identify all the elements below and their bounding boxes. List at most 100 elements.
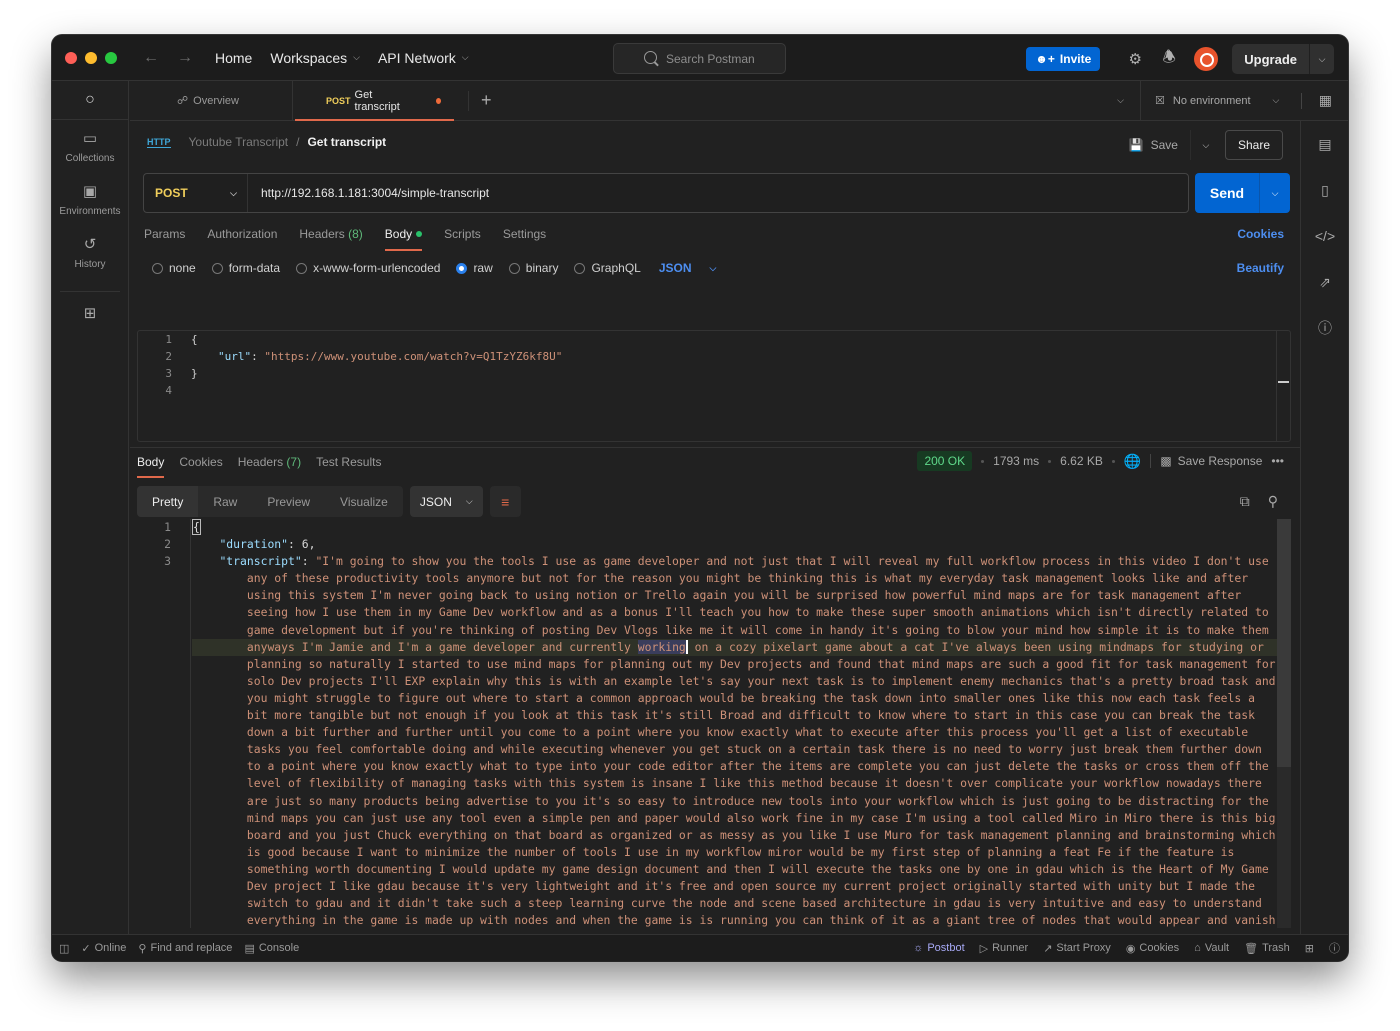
user-icon[interactable]: ○ — [52, 81, 128, 120]
cookies-button[interactable]: ◉ Cookies — [1126, 942, 1179, 955]
resp-tab-headers[interactable]: Headers (7) — [238, 455, 301, 469]
tab-label: Settings — [502, 227, 547, 241]
line-number: 4 — [165, 384, 172, 397]
more-options-icon[interactable]: ••• — [1271, 454, 1284, 468]
maximize-window-button[interactable] — [105, 51, 117, 64]
search-input[interactable]: Search Postman — [613, 43, 786, 74]
radio-x-www-form-urlencoded[interactable]: x-www-form-urlencoded — [296, 261, 440, 275]
online-status[interactable]: ✓ Online — [81, 942, 126, 955]
view-preview[interactable]: Preview — [252, 486, 325, 517]
save-dropdown-chevron-icon[interactable]: ⌵ — [1191, 140, 1221, 151]
radio-graphql[interactable]: GraphQL — [574, 261, 641, 275]
sidebar-item-environments[interactable]: ▣ Environments — [52, 183, 128, 226]
view-pretty[interactable]: Pretty — [137, 486, 199, 517]
tab-scripts[interactable]: Scripts — [444, 227, 481, 253]
sidebar-item-collections[interactable]: ▭ Collections — [52, 130, 128, 173]
view-visualize[interactable]: Visualize — [325, 486, 403, 517]
tab-get-transcript[interactable]: POST Get transcript — [293, 81, 456, 121]
invite-button[interactable]: ☻+ Invite — [1026, 47, 1101, 71]
nav-api-network[interactable]: API Network ⌵ — [378, 50, 469, 66]
json-value: "https://www.youtube.com/watch?v=Q1TzYZ6… — [264, 350, 563, 363]
code-snippet-icon[interactable]: </> — [1301, 213, 1348, 259]
response-time[interactable]: 1793 ms — [993, 454, 1039, 468]
tab-label: Authorization — [207, 227, 278, 241]
response-scrollbar[interactable] — [1277, 519, 1291, 928]
response-body[interactable]: 1 2 3 { "duration": 6, "transcript": "I'… — [137, 519, 1291, 928]
view-raw[interactable]: Raw — [198, 486, 252, 517]
radio-form-data[interactable]: form-data — [211, 261, 280, 275]
start-proxy-button[interactable]: ↗ Start Proxy — [1043, 942, 1111, 955]
share-button[interactable]: Share — [1224, 130, 1283, 160]
tab-settings[interactable]: Settings — [503, 227, 546, 253]
add-sidebar-item-icon[interactable]: ⊞ — [52, 304, 128, 322]
radio-none[interactable]: none — [152, 261, 196, 275]
copy-icon[interactable]: ⧉ — [1240, 493, 1250, 510]
breadcrumb-request-name[interactable]: Get transcript — [307, 135, 386, 149]
close-window-button[interactable] — [65, 51, 77, 64]
help-icon[interactable]: ⓘ — [1329, 940, 1340, 956]
network-globe-icon[interactable]: 🌐 — [1124, 453, 1141, 470]
tab-headers[interactable]: Headers (8) — [299, 227, 362, 253]
cookies-link[interactable]: Cookies — [1237, 227, 1284, 241]
request-body-editor[interactable]: 1 2 3 4 { "url": "https://www.youtube.co… — [137, 330, 1291, 442]
find-replace-button[interactable]: ⚲ Find and replace — [138, 942, 232, 955]
resp-tab-test-results[interactable]: Test Results — [316, 455, 381, 469]
environment-selector[interactable]: ☒ No environment ⌵ — [1140, 80, 1292, 121]
related-collections-icon[interactable]: ⇗ — [1301, 259, 1348, 305]
forward-arrow-icon[interactable]: → — [177, 49, 193, 67]
response-format-select[interactable]: JSON ⌵ — [409, 486, 483, 517]
tab-authorization[interactable]: Authorization — [207, 227, 277, 253]
radio-binary[interactable]: binary — [508, 261, 558, 275]
nav-workspaces[interactable]: Workspaces ⌵ — [270, 50, 360, 66]
nav-home[interactable]: Home — [215, 50, 252, 66]
info-icon[interactable]: ⓘ — [1301, 305, 1348, 351]
url-input[interactable]: http://192.168.1.181:3004/simple-transcr… — [248, 186, 489, 200]
minimize-window-button[interactable] — [85, 51, 97, 64]
save-button[interactable]: 💾 Save — [1129, 130, 1191, 160]
environment-quick-look-icon[interactable]: ▦ — [1319, 92, 1332, 109]
upgrade-dropdown-chevron-icon[interactable]: ⌵ — [1310, 44, 1334, 74]
resp-tab-cookies[interactable]: Cookies — [179, 455, 222, 469]
url-bar: POST ⌵ http://192.168.1.181:3004/simple-… — [143, 173, 1290, 213]
body-format-select[interactable]: JSON ⌵ — [659, 261, 717, 275]
documentation-icon[interactable]: ▤ — [1301, 121, 1348, 167]
resp-tab-body[interactable]: Body — [137, 455, 165, 478]
json-key: "url" — [218, 350, 252, 363]
tab-overview[interactable]: ☍ Overview — [130, 80, 293, 121]
status-badge[interactable]: 200 OK — [917, 451, 973, 471]
environment-label: No environment — [1172, 94, 1251, 107]
wrap-lines-icon[interactable]: ≡ — [489, 486, 521, 517]
tab-body[interactable]: Body — [384, 227, 423, 253]
editor-scrollbar[interactable] — [1276, 331, 1290, 441]
runner-button[interactable]: ▷ Runner — [980, 942, 1029, 955]
radio-raw[interactable]: raw — [456, 261, 493, 275]
notifications-bell-icon[interactable]: 🕭 — [1152, 45, 1186, 73]
beautify-button[interactable]: Beautify — [1237, 261, 1284, 275]
settings-gear-icon[interactable]: ⚙ — [1118, 45, 1152, 73]
search-icon — [644, 51, 657, 64]
breadcrumb-collection[interactable]: Youtube Transcript — [189, 135, 289, 149]
vault-button[interactable]: ⌂ Vault — [1194, 942, 1229, 954]
tabs-overflow-chevron-icon[interactable]: ⌵ — [1117, 95, 1124, 106]
response-divider[interactable] — [130, 447, 1300, 448]
response-size[interactable]: 6.62 KB — [1060, 454, 1103, 468]
method-select[interactable]: POST ⌵ — [144, 174, 248, 212]
new-tab-plus-icon[interactable]: + — [468, 90, 492, 111]
send-button[interactable]: Send ⌵ — [1195, 173, 1290, 213]
sidebar-item-history[interactable]: ↺ History — [52, 236, 128, 279]
postbot-button[interactable]: ☼ Postbot — [913, 942, 964, 954]
url-box: POST ⌵ http://192.168.1.181:3004/simple-… — [143, 173, 1189, 213]
toggle-sidebar-icon[interactable]: ◫ — [59, 942, 69, 955]
save-response-button[interactable]: ▩ Save Response — [1160, 454, 1262, 468]
avatar[interactable] — [1194, 47, 1219, 71]
tab-params[interactable]: Params — [144, 227, 185, 253]
upgrade-button[interactable]: Upgrade ⌵ — [1232, 44, 1334, 74]
comments-icon[interactable]: ▯ — [1301, 167, 1348, 213]
console-button[interactable]: ▤ Console — [244, 942, 299, 955]
send-dropdown-chevron-icon[interactable]: ⌵ — [1260, 173, 1290, 213]
back-arrow-icon[interactable]: ← — [143, 49, 159, 67]
search-response-icon[interactable]: ⚲ — [1268, 493, 1278, 510]
layout-grid-icon[interactable]: ⊞ — [1305, 942, 1314, 955]
radio-circle-icon — [574, 262, 586, 274]
trash-button[interactable]: 🗑 Trash — [1244, 942, 1290, 955]
